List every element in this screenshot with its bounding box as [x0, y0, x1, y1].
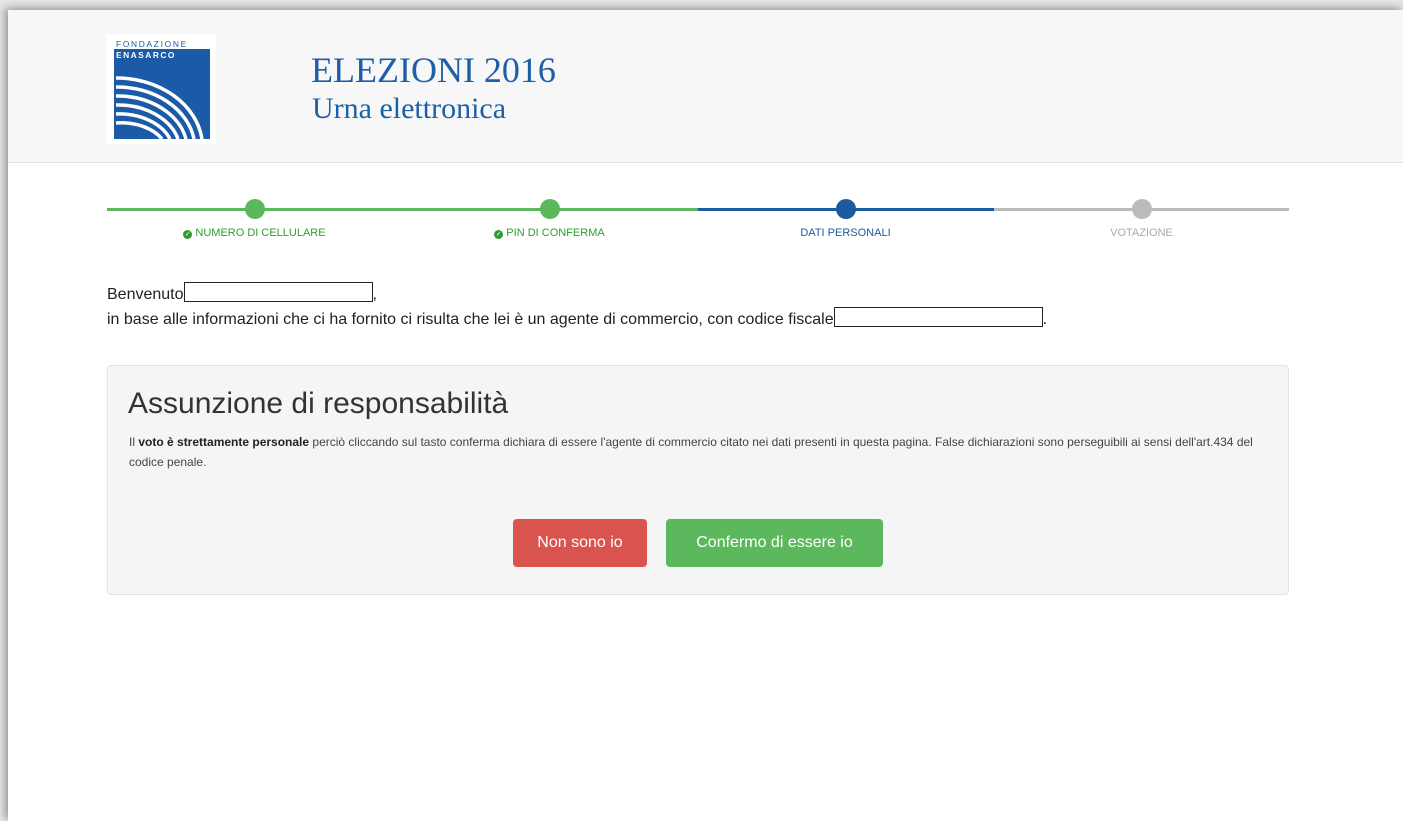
wizard-step-votazione: VOTAZIONE — [994, 196, 1289, 239]
page-subtitle: Urna elettronica — [312, 92, 507, 125]
confermo-button[interactable]: Confermo di essere io — [666, 519, 883, 567]
wizard-step-label: PIN DI CONFERMA — [506, 227, 605, 239]
wizard-step-label: VOTAZIONE — [1110, 227, 1173, 239]
codice-fiscale-suffix: . — [1042, 311, 1048, 328]
logo-text-bottom: ENASARCO — [116, 50, 176, 60]
step-dot-done — [244, 199, 265, 219]
wizard-step-pin: ✓ PIN DI CONFERMA — [402, 196, 697, 239]
welcome-suffix: , — [372, 286, 377, 303]
codice-fiscale-text: in base alle informazioni che ci ha forn… — [107, 311, 834, 328]
check-circle-icon: ✓ — [183, 230, 193, 239]
welcome-text: Benvenuto — [107, 286, 184, 303]
wizard-step-dati-personali: DATI PERSONALI — [698, 196, 993, 239]
page-title: ELEZIONI 2016 — [311, 50, 556, 90]
logo-text-top: FONDAZIONE — [116, 39, 188, 49]
browser-viewport: FONDAZIONE ENASARCO ELEZIONI 2016 Urna e… — [8, 10, 1403, 821]
redacted-codice-fiscale — [833, 307, 1043, 327]
panel-text-bold: voto è strettamente personale — [138, 435, 310, 449]
page-header: FONDAZIONE ENASARCO ELEZIONI 2016 Urna e… — [8, 10, 1403, 163]
step-dot-done — [539, 199, 560, 219]
non-sono-io-button[interactable]: Non sono io — [513, 519, 647, 567]
responsibility-panel: Assunzione di responsabilità Il voto è s… — [107, 365, 1289, 595]
redacted-name — [183, 282, 373, 302]
check-circle-icon: ✓ — [494, 230, 504, 239]
progress-wizard: ✓ NUMERO DI CELLULARE ✓ PIN DI CONFERMA DA… — [107, 196, 1289, 246]
step-dot-current — [835, 199, 856, 219]
intro-text: Benvenuto, in base alle informazioni che… — [107, 282, 1047, 332]
wizard-step-label: DATI PERSONALI — [800, 227, 891, 239]
wizard-step-label: NUMERO DI CELLULARE — [195, 227, 326, 239]
panel-text: Il voto è strettamente personale perciò … — [129, 435, 1253, 469]
wizard-step-cellulare: ✓ NUMERO DI CELLULARE — [107, 196, 402, 239]
panel-title: Assunzione di responsabilità — [128, 387, 509, 420]
step-dot-pending — [1131, 199, 1152, 219]
enasarco-logo: FONDAZIONE ENASARCO — [106, 34, 216, 144]
